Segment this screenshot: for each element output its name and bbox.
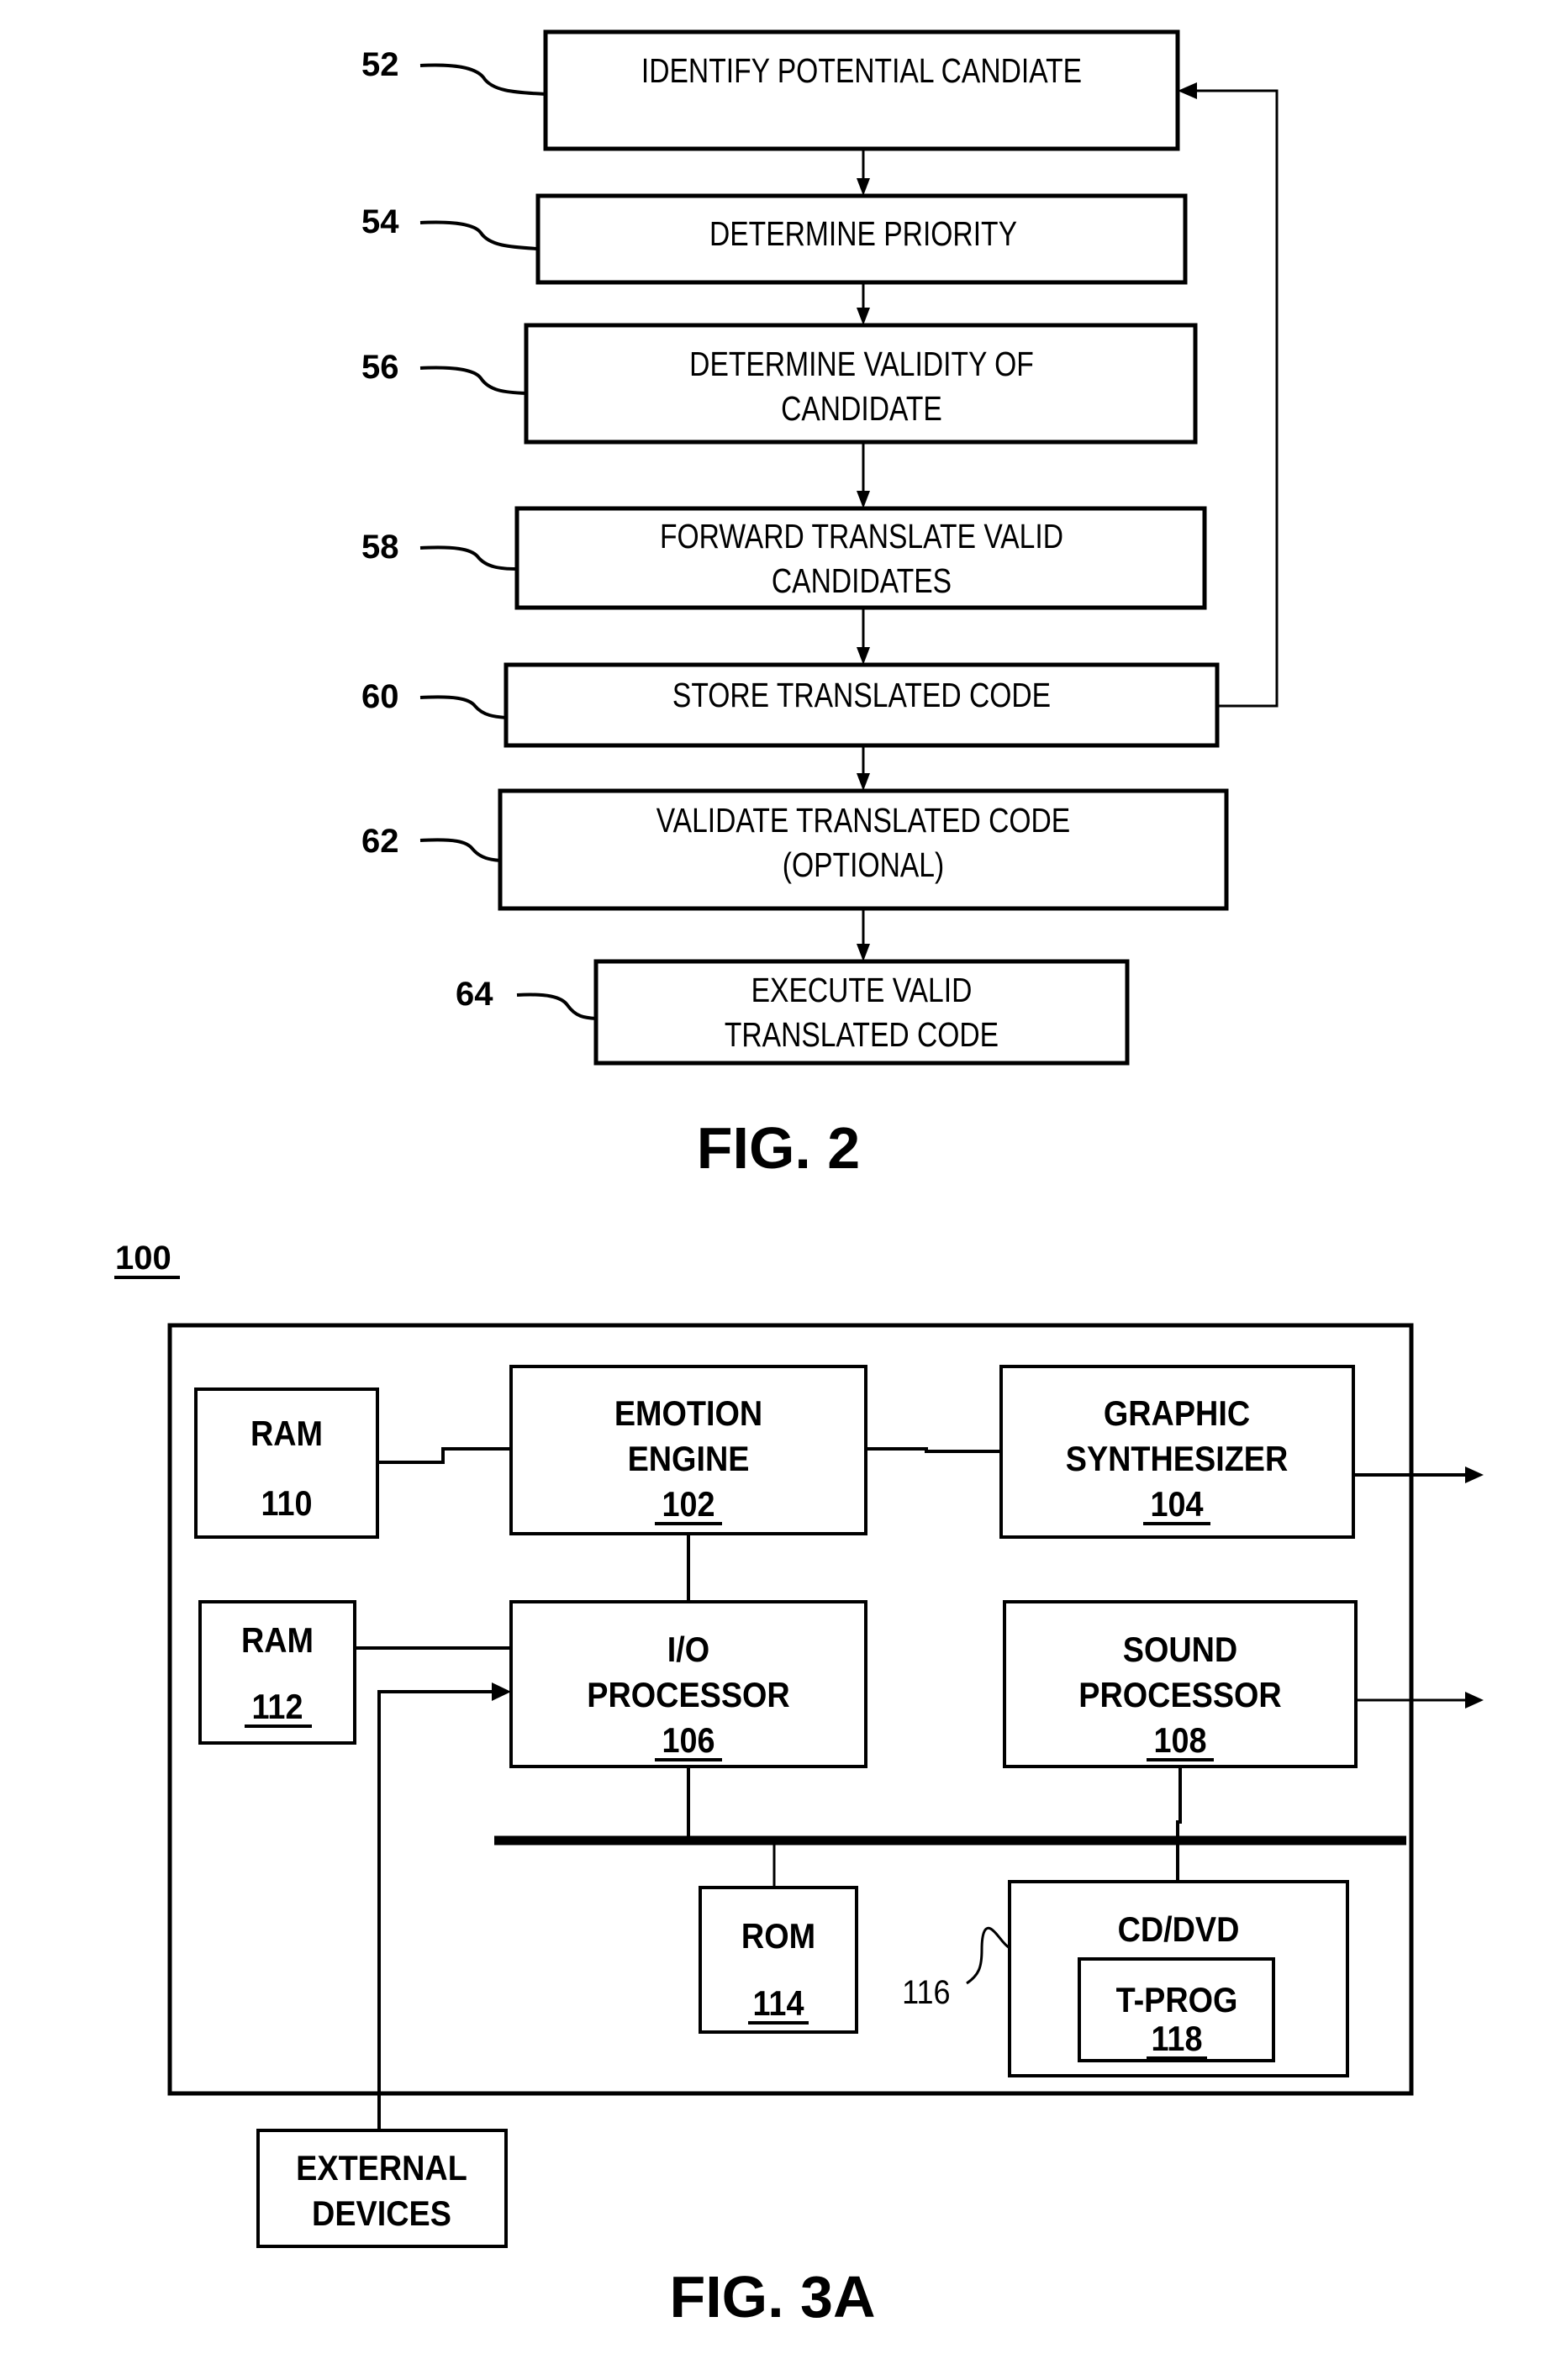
block-rom-114: ROM 114	[699, 1886, 858, 2034]
flow-step-54: DETERMINE PRIORITY 54	[361, 193, 1188, 285]
flow-arrow-56-58	[857, 442, 870, 508]
step-text-line: DETERMINE VALIDITY OF	[689, 345, 1034, 383]
external-io-arrowhead	[492, 1682, 511, 1701]
step-text-line: FORWARD TRANSLATE VALID	[660, 517, 1063, 556]
flow-arrow-52-54	[857, 149, 870, 196]
ref-label-60: 60	[361, 678, 399, 715]
fig2-flowchart: IDENTIFY POTENTIAL CANDIATE 52 DETERMINE…	[361, 29, 1279, 1181]
ref-label-58: 58	[361, 529, 399, 566]
graphic-synth-output-arrowhead	[1465, 1466, 1484, 1483]
leader-line-60	[419, 695, 507, 719]
sound-output-arrowhead	[1465, 1692, 1484, 1709]
block-label-line: EXTERNAL	[296, 2149, 467, 2188]
flow-step-58: FORWARD TRANSLATE VALID CANDIDATES 58	[361, 506, 1207, 610]
flow-step-56: DETERMINE VALIDITY OF CANDIDATE 56	[361, 323, 1198, 445]
ref-label-52: 52	[361, 46, 399, 83]
step-text-line: DETERMINE PRIORITY	[709, 214, 1017, 253]
flow-arrow-62-64	[857, 908, 870, 961]
block-label: RAM	[250, 1414, 323, 1453]
leader-line-52	[419, 63, 546, 96]
block-ref: 112	[252, 1688, 303, 1726]
block-label-line: SYNTHESIZER	[1066, 1440, 1289, 1478]
block-t-prog-118: T-PROG 118	[1078, 1957, 1275, 2062]
block-label: CD/DVD	[1118, 1910, 1240, 1949]
step-text-line: STORE TRANSLATED CODE	[672, 676, 1051, 714]
figure-title-fig2: FIG. 2	[697, 1115, 860, 1181]
block-label: ROM	[741, 1917, 815, 1956]
ref-label-116: 116	[902, 1974, 950, 2011]
link-emotion-engine-graphic-synth	[866, 1447, 1001, 1453]
block-label-line: SOUND	[1123, 1630, 1237, 1669]
flow-arrow-60-62	[857, 745, 870, 791]
fig3a-block-diagram: 100 RAM 110 EMOTION ENGINE 102 GRAPHIC S…	[114, 1240, 1484, 2330]
block-ram-110: RAM 110	[194, 1387, 379, 1539]
block-sound-processor-108: SOUND PROCESSOR 108	[1003, 1600, 1358, 1768]
link-sound-bus	[1176, 1767, 1182, 1840]
ref-label-62: 62	[361, 823, 399, 860]
block-emotion-engine-102: EMOTION ENGINE 102	[509, 1365, 867, 1535]
step-text-line: (OPTIONAL)	[783, 845, 944, 884]
step-text-line: IDENTIFY POTENTIAL CANDIATE	[641, 51, 1082, 90]
ref-label-56: 56	[361, 349, 399, 386]
block-label-line: PROCESSOR	[1078, 1676, 1282, 1714]
block-ref: 118	[1152, 2019, 1203, 2058]
ref-label-64: 64	[456, 976, 493, 1013]
block-label-line: GRAPHIC	[1104, 1394, 1250, 1433]
block-ref: 104	[1150, 1485, 1203, 1524]
ref-label-54: 54	[361, 203, 399, 240]
system-ref-label-100: 100	[115, 1240, 171, 1277]
block-label-line: DEVICES	[312, 2194, 451, 2233]
flow-arrow-54-56	[857, 282, 870, 325]
block-ref: 106	[662, 1721, 714, 1760]
leader-line-62	[419, 838, 501, 862]
block-io-processor-106: I/O PROCESSOR 106	[509, 1600, 867, 1768]
flow-step-60: STORE TRANSLATED CODE 60	[361, 662, 1220, 748]
block-label: RAM	[241, 1621, 314, 1660]
flow-arrow-58-60	[857, 608, 870, 665]
step-box-identify-candidate	[543, 29, 1180, 151]
block-ref: 102	[662, 1485, 714, 1524]
block-label-line: I/O	[667, 1630, 709, 1669]
block-label-line: EMOTION	[614, 1394, 762, 1433]
link-external-io	[377, 1690, 494, 2130]
leader-line-56	[419, 366, 527, 395]
step-text-line: CANDIDATE	[781, 389, 942, 428]
patent-drawing-sheet: IDENTIFY POTENTIAL CANDIATE 52 DETERMINE…	[114, 29, 1484, 2330]
step-text-line: EXECUTE VALID	[751, 971, 973, 1009]
step-text-line: VALIDATE TRANSLATED CODE	[656, 801, 1070, 840]
flow-step-64: EXECUTE VALID TRANSLATED CODE 64	[456, 959, 1130, 1066]
flow-step-52: IDENTIFY POTENTIAL CANDIATE 52	[361, 29, 1180, 151]
step-text-line: TRANSLATED CODE	[725, 1015, 999, 1054]
block-graphic-synthesizer-104: GRAPHIC SYNTHESIZER 104	[999, 1365, 1355, 1539]
block-ref: 108	[1153, 1721, 1206, 1760]
block-label-line: PROCESSOR	[587, 1676, 790, 1714]
block-label-line: ENGINE	[628, 1440, 750, 1478]
leader-line-58	[419, 545, 518, 571]
leader-line-64	[516, 993, 597, 1020]
figure-title-fig3a: FIG. 3A	[669, 2264, 875, 2330]
block-ref: 110	[261, 1484, 313, 1523]
block-label: T-PROG	[1116, 1981, 1238, 2019]
leader-line-54	[419, 220, 539, 250]
link-ram110-emotion-engine	[377, 1447, 511, 1464]
block-ref: 114	[753, 1984, 804, 2023]
block-external-devices: EXTERNAL DEVICES	[256, 2129, 508, 2248]
block-ram-112: RAM 112	[198, 1600, 356, 1745]
step-text-line: CANDIDATES	[772, 561, 952, 600]
leader-line-116	[966, 1926, 1010, 1985]
flow-step-62: VALIDATE TRANSLATED CODE (OPTIONAL) 62	[361, 788, 1229, 911]
